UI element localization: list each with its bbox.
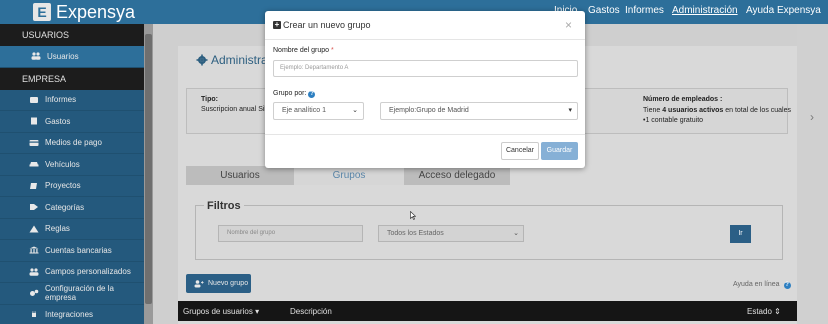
chevron-down-icon: ⌄ xyxy=(352,107,358,114)
modal-title: + Crear un nuevo grupo xyxy=(273,20,371,30)
required-marker: * xyxy=(331,47,334,54)
caret-down-icon: ▾ xyxy=(568,107,572,114)
analytic-axis-value: Eje analítico 1 xyxy=(282,107,326,114)
analytic-axis-select[interactable]: Eje analítico 1 ⌄ xyxy=(273,102,364,120)
group-by-label: Grupo por:? xyxy=(273,90,316,98)
cancel-button[interactable]: Cancelar xyxy=(501,142,539,160)
help-icon[interactable]: ? xyxy=(308,91,316,98)
save-button[interactable]: Guardar xyxy=(541,142,578,160)
group-by-label-text: Grupo por: xyxy=(273,90,307,97)
group-name-label-text: Nombre del grupo xyxy=(273,47,330,54)
modal-header: + Crear un nuevo grupo × xyxy=(265,11,585,40)
group-example-value: Ejemplo:Grupo de Madrid xyxy=(389,107,469,114)
modal-title-text: Crear un nuevo grupo xyxy=(283,20,371,30)
group-name-input[interactable]: Ejemplo: Departamento A xyxy=(273,60,578,77)
create-group-modal: + Crear un nuevo grupo × Nombre del grup… xyxy=(265,11,585,168)
plus-square-icon: + xyxy=(273,20,281,29)
modal-footer-divider xyxy=(265,134,585,135)
group-name-label: Nombre del grupo * xyxy=(273,47,334,54)
close-icon[interactable]: × xyxy=(565,18,572,32)
group-example-select[interactable]: Ejemplo:Grupo de Madrid ▾ xyxy=(380,102,578,120)
